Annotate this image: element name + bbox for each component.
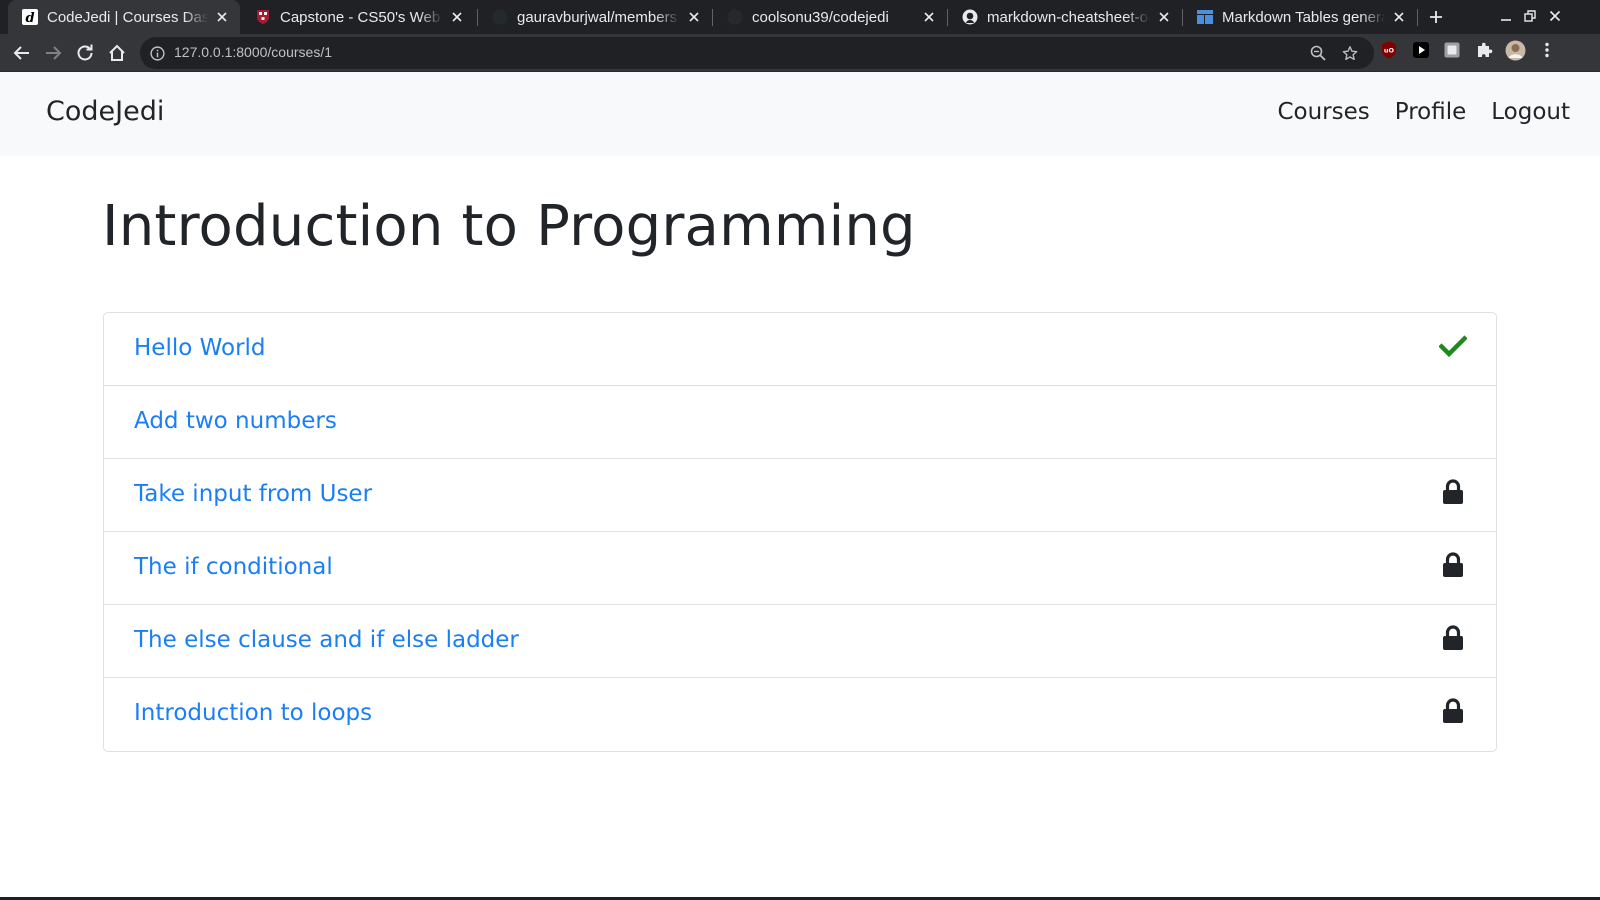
home-icon xyxy=(109,44,125,61)
minimize-window-button[interactable] xyxy=(1498,8,1514,24)
lock-icon xyxy=(1438,550,1468,580)
lock-icon xyxy=(1438,477,1468,507)
browser-tab-markdown-tables[interactable]: Markdown Tables generator xyxy=(1183,0,1417,34)
table-grid-icon xyxy=(1197,9,1213,25)
lesson-item: Introduction to loops xyxy=(104,678,1496,751)
tab-title: Markdown Tables generator xyxy=(1222,8,1385,26)
checkmark-icon xyxy=(1438,331,1468,361)
github-icon xyxy=(492,9,508,25)
lesson-link-else-clause[interactable]: The else clause and if else ladder xyxy=(134,627,519,653)
github-icon xyxy=(962,9,978,25)
close-tab-icon[interactable] xyxy=(686,9,702,25)
lock-icon xyxy=(1438,623,1468,653)
close-tab-icon[interactable] xyxy=(214,9,230,25)
lesson-item: Add two numbers xyxy=(104,386,1496,459)
lesson-item: Hello World xyxy=(104,313,1496,386)
close-tab-icon[interactable] xyxy=(921,9,937,25)
back-button[interactable] xyxy=(10,41,34,65)
browser-tab-markdown-cheatsheet[interactable]: markdown-cheatsheet-online xyxy=(948,0,1182,34)
browser-tab-strip: d CodeJedi | Courses Dashboard Capstone … xyxy=(0,0,1600,34)
forward-button[interactable] xyxy=(41,41,65,65)
restore-icon xyxy=(1524,10,1536,22)
codejedi-favicon-icon: d xyxy=(22,9,38,25)
tab-title: gauravburjwal/members xyxy=(517,8,678,26)
ublock-icon[interactable]: uO xyxy=(1380,41,1398,59)
close-icon xyxy=(1549,10,1561,22)
back-arrow-icon xyxy=(13,46,29,60)
close-tab-icon[interactable] xyxy=(449,9,465,25)
url-text[interactable]: 127.0.0.1:8000/courses/1 xyxy=(174,44,332,60)
browser-menu-icon[interactable] xyxy=(1538,41,1556,59)
nav-link-courses[interactable]: Courses xyxy=(1277,99,1369,125)
new-tab-button[interactable] xyxy=(1424,5,1448,29)
home-button[interactable] xyxy=(105,41,129,65)
browser-tab-codejedi-repo[interactable]: coolsonu39/codejedi xyxy=(713,0,947,34)
tab-title: markdown-cheatsheet-online xyxy=(987,8,1150,26)
tab-separator xyxy=(1417,9,1418,26)
browser-tab-codejedi[interactable]: d CodeJedi | Courses Dashboard xyxy=(8,0,240,34)
zoom-icon[interactable] xyxy=(1310,45,1326,61)
bookmark-star-icon[interactable] xyxy=(1342,45,1358,61)
tab-title: coolsonu39/codejedi xyxy=(752,8,889,26)
plus-icon xyxy=(1430,11,1442,23)
lesson-link-if-conditional[interactable]: The if conditional xyxy=(134,554,333,580)
lesson-link-loops[interactable]: Introduction to loops xyxy=(134,700,372,726)
lesson-item: Take input from User xyxy=(104,459,1496,532)
nav-link-logout[interactable]: Logout xyxy=(1491,99,1570,125)
address-bar[interactable]: 127.0.0.1:8000/courses/1 xyxy=(140,37,1374,69)
close-tab-icon[interactable] xyxy=(1391,9,1407,25)
close-window-button[interactable] xyxy=(1547,8,1563,24)
lock-icon xyxy=(1438,696,1468,726)
profile-avatar[interactable] xyxy=(1505,40,1526,61)
github-icon xyxy=(727,9,743,25)
extensions-puzzle-icon[interactable] xyxy=(1475,41,1493,59)
tab-title: CodeJedi | Courses Dashboard xyxy=(47,8,208,26)
lesson-item: The else clause and if else ladder xyxy=(104,605,1496,678)
browser-tab-capstone[interactable]: Capstone - CS50's Web Programming xyxy=(241,0,475,34)
site-info-icon[interactable] xyxy=(149,45,165,61)
lesson-link-take-input[interactable]: Take input from User xyxy=(134,481,372,507)
lesson-list: Hello World Add two numbers Take input f… xyxy=(103,312,1497,752)
harvard-shield-icon xyxy=(255,9,271,25)
site-navbar: CodeJedi Courses Profile Logout xyxy=(0,72,1600,156)
lesson-link-hello-world[interactable]: Hello World xyxy=(134,335,266,361)
nav-link-profile[interactable]: Profile xyxy=(1395,99,1467,125)
lesson-item: The if conditional xyxy=(104,532,1496,605)
lesson-link-add-two-numbers[interactable]: Add two numbers xyxy=(134,408,337,434)
reload-icon xyxy=(77,44,93,61)
youtube-icon[interactable] xyxy=(1412,41,1430,59)
svg-text:d: d xyxy=(25,11,34,25)
restore-window-button[interactable] xyxy=(1522,8,1538,24)
browser-toolbar: 127.0.0.1:8000/courses/1 uO xyxy=(0,34,1600,72)
screenshot-icon[interactable] xyxy=(1443,41,1461,59)
brand-logo-link[interactable]: CodeJedi xyxy=(46,96,164,127)
tab-title: Capstone - CS50's Web Programming xyxy=(280,8,443,26)
course-title: Introduction to Programming xyxy=(102,194,916,259)
close-tab-icon[interactable] xyxy=(1156,9,1172,25)
reload-button[interactable] xyxy=(73,41,97,65)
browser-tab-members[interactable]: gauravburjwal/members xyxy=(478,0,712,34)
nav-links: Courses Profile Logout xyxy=(1277,99,1570,125)
minimize-icon xyxy=(1501,19,1511,21)
svg-text:uO: uO xyxy=(1384,47,1395,55)
forward-arrow-icon xyxy=(46,46,62,60)
